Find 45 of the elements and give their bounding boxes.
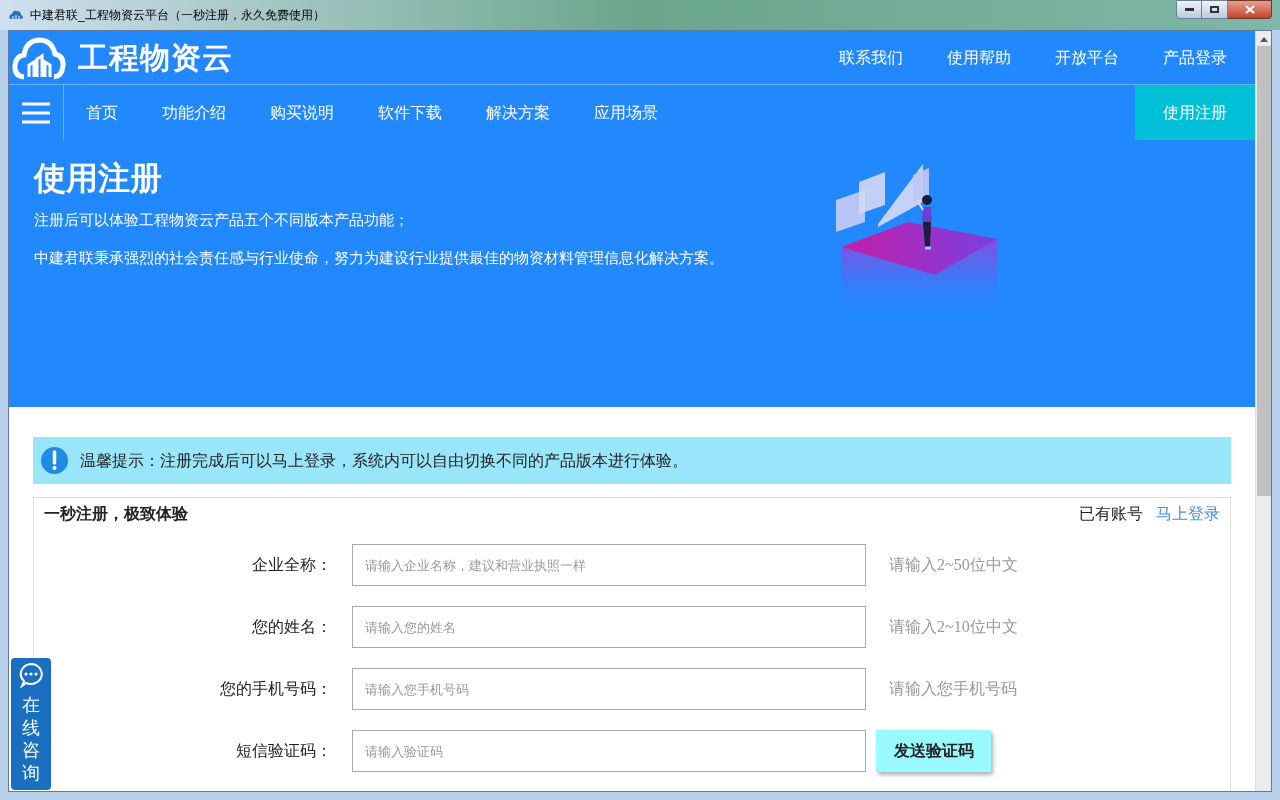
field-hint: 请输入您手机号码 (889, 679, 1017, 699)
logo-text: 工程物资云 (78, 40, 233, 76)
page-heading: 使用注册 (34, 159, 163, 198)
maximize-button[interactable] (1202, 0, 1228, 19)
online-chat-button[interactable]: 在线咨询 (11, 658, 51, 790)
header-link[interactable]: 联系我们 (839, 45, 903, 70)
nav-tab[interactable]: 购买说明 (270, 100, 334, 125)
login-link[interactable]: 马上登录 (1156, 502, 1220, 526)
intro-text: 中建君联秉承强烈的社会责任感与行业使命，努力为建设行业提供最佳的物资材料管理信息化解决方案。 (34, 248, 725, 268)
nav-tab[interactable]: 解决方案 (486, 100, 550, 125)
chat-label: 在线咨询 (22, 694, 40, 784)
minimize-icon (1184, 8, 1194, 11)
send-code-button[interactable]: 发送验证码 (876, 730, 991, 772)
field-hint: 请输入2~10位中文 (889, 617, 1018, 637)
form-title: 一秒注册，极致体验 (44, 504, 188, 524)
app-icon (8, 9, 24, 21)
nav-tab[interactable]: 应用场景 (594, 100, 658, 125)
field-label: 您的姓名： (251, 617, 333, 637)
minimize-button[interactable] (1176, 0, 1202, 19)
maximize-icon (1210, 6, 1219, 13)
nav-tab[interactable]: 软件下载 (378, 100, 442, 125)
scrollbar[interactable] (1255, 31, 1271, 791)
menu-icon (22, 101, 50, 124)
close-icon (1244, 5, 1255, 14)
register-tab[interactable]: 使用注册 (1135, 85, 1255, 140)
login-prompt: 已有账号 (1079, 504, 1143, 524)
header-link[interactable]: 开放平台 (1055, 45, 1119, 70)
notice-text: 温馨提示：注册完成后可以马上登录，系统内可以自由切换不同的产品版本进行体验。 (80, 450, 688, 471)
field-label: 您的手机号码： (219, 679, 333, 699)
exclamation-icon (41, 447, 68, 474)
field-label: 短信验证码： (235, 741, 333, 761)
header-link[interactable]: 产品登录 (1163, 45, 1227, 70)
field-hint: 请输入2~50位中文 (889, 555, 1018, 575)
nav-tab[interactable]: 首页 (86, 100, 118, 125)
nav-tab[interactable]: 功能介绍 (162, 100, 226, 125)
intro-text: 注册后可以体验工程物资云产品五个不同版本产品功能； (34, 210, 410, 230)
input-field[interactable]: 请输入验证码 (352, 730, 866, 772)
header-link[interactable]: 使用帮助 (947, 45, 1011, 70)
window-title: 中建君联_工程物资云平台（一秒注册，永久免费使用） (30, 7, 325, 24)
close-button[interactable] (1228, 0, 1272, 19)
input-field[interactable]: 请输入您的姓名 (352, 606, 866, 648)
field-label: 企业全称： (251, 555, 333, 575)
input-field[interactable]: 请输入您手机号码 (352, 668, 866, 710)
scroll-up-arrow-icon[interactable] (1259, 37, 1268, 42)
chat-bubble-icon (18, 662, 44, 688)
